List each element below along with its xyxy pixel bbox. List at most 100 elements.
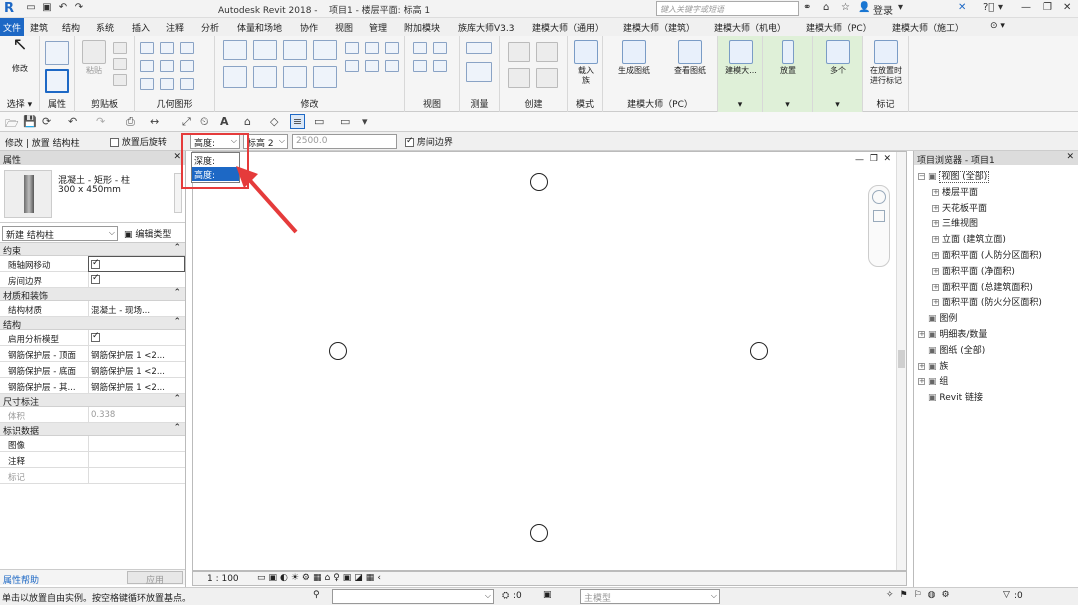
room-bounding-checkbox[interactable]: 房间边界 [405,135,453,148]
tab-annotate[interactable]: 注释 [166,21,184,34]
thin-lines-qat-icon[interactable]: ≡ [290,114,305,129]
view-scale[interactable]: 1 : 100 [207,574,239,584]
properties-section[interactable]: 材质和装饰 ⌃ [0,288,185,302]
beam-column-join-icon[interactable] [160,78,174,90]
close-view-icon[interactable]: ✕ [883,154,891,164]
create-similar-icon[interactable] [536,68,558,88]
tag-qat-icon[interactable]: ⏲ [200,115,209,129]
create-parts-icon[interactable] [536,42,558,62]
tab-build-master-mep[interactable]: 建模大师（机电） [714,21,786,34]
cut-icon[interactable] [113,42,127,54]
login-link[interactable]: 登录 [873,2,893,17]
redo-button-icon[interactable]: ↷ [96,115,105,128]
collapse-icon[interactable]: − [918,173,925,180]
properties-section[interactable]: 标识数据 ⌃ [0,423,185,437]
expand-icon[interactable]: + [932,188,939,196]
browser-tree-item[interactable]: ▣ 图例 [918,311,957,324]
hide-icon[interactable] [413,42,427,54]
tab-collaborate[interactable]: 协作 [300,21,318,34]
sync-icon[interactable]: ⟳ [42,115,51,128]
wall-joins-icon[interactable] [180,60,194,72]
browser-tree-item[interactable]: + 面积平面 (人防分区面积) [932,248,1042,261]
tab-insert[interactable]: 插入 [132,21,150,34]
multiple-button[interactable]: 多个 [821,40,855,76]
star-icon[interactable]: ☆ [841,2,850,13]
zoom-icon[interactable] [873,210,885,222]
text-icon[interactable]: A [220,115,229,128]
apply-button[interactable]: 应用 [127,571,183,586]
build-master-button[interactable]: 建模大... [720,40,762,76]
match-properties-icon[interactable] [113,74,127,86]
expand-icon[interactable]: + [918,331,925,338]
type-selector[interactable]: 混凝土 - 矩形 - 柱 300 x 450mm [0,165,185,223]
elevation-marker-north[interactable] [530,173,548,191]
properties-section[interactable]: 约束 ⌃ [0,243,185,257]
cut-geometry-icon[interactable] [160,42,174,54]
workset-select[interactable]: ⌵ [332,589,494,604]
type-properties-icon[interactable] [45,69,69,93]
revit-logo-icon[interactable]: R [4,1,18,16]
multiple-dropdown-icon[interactable]: ▾ [813,100,862,110]
collapse-icon[interactable]: ⌃ [173,394,181,404]
close-icon[interactable]: ✕ [1066,152,1074,162]
expand-icon[interactable]: + [918,378,925,386]
filter-icon[interactable]: ▽ [1003,590,1010,600]
property-value[interactable] [88,330,185,346]
subscription-icon[interactable]: ⌂ [823,2,829,13]
split-face-icon[interactable] [140,60,154,72]
login-dropdown-icon[interactable]: ▾ [898,2,903,13]
tab-addins[interactable]: 附加模块 [404,21,440,34]
property-value[interactable]: 钢筋保护层 1 <2... [88,378,185,394]
property-value[interactable]: 0.338 [88,407,185,423]
close-hidden-icon[interactable]: ▭ [314,115,324,128]
array-icon[interactable] [365,42,379,54]
tab-build-master-pc[interactable]: 建模大师（PC） [806,21,872,34]
open-icon[interactable]: ▭ [24,2,38,16]
selection-filter-icons[interactable]: ✧⚑⚐◍⚙ [886,590,956,600]
tab-analyze[interactable]: 分析 [201,21,219,34]
demolish-icon[interactable] [140,78,154,90]
dimension-icon[interactable] [466,62,492,82]
copy-element-icon[interactable] [253,66,277,88]
rotate-icon[interactable] [283,66,307,88]
tab-family-library[interactable]: 族库大师V3.3 [458,21,514,34]
vertical-scrollbar[interactable] [896,152,906,570]
property-value[interactable]: 钢筋保护层 1 <2... [88,346,185,362]
3d-view-icon[interactable]: ⌂ [244,115,251,128]
tab-structure[interactable]: 结构 [62,21,80,34]
close-icon[interactable]: ✕ [1063,2,1071,13]
place-dropdown-icon[interactable]: ▾ [763,100,812,110]
create-assembly-icon[interactable] [508,42,530,62]
undo-button-icon[interactable]: ↶ [68,115,77,128]
browser-tree-item[interactable]: ▣ Revit 链接 [918,390,983,403]
steering-wheel-icon[interactable] [872,190,886,204]
browser-tree-item[interactable]: + 面积平面 (防火分区面积) [932,295,1042,308]
unpin-icon[interactable] [365,60,379,72]
instance-filter-select[interactable]: 新建 结构柱 ⌵ [2,226,118,241]
collapse-icon[interactable]: ⌃ [173,243,181,253]
browser-tree-item[interactable]: + 三维视图 [932,216,978,229]
modify-button[interactable]: ↖ 修改 [6,36,34,74]
property-value[interactable] [88,272,185,288]
generate-drawing-button[interactable]: 生成图纸 [609,40,659,76]
pin-icon[interactable] [345,60,359,72]
delete-icon[interactable] [385,60,399,72]
mirror-draw-icon[interactable] [313,40,337,60]
trim-extend-icon[interactable] [313,66,337,88]
elevation-marker-west[interactable] [329,342,347,360]
expand-icon[interactable]: + [932,299,939,307]
browser-tree-item[interactable]: + 天花板平面 [932,201,987,214]
property-value[interactable] [88,468,185,484]
save-file-icon[interactable]: 💾 [23,115,37,128]
expand-icon[interactable]: + [932,283,939,291]
expand-icon[interactable]: + [932,204,939,212]
exchange-apps-icon[interactable]: ✕ [958,2,966,13]
browser-tree-item[interactable]: + 面积平面 (净面积) [932,264,1015,277]
paint-icon[interactable] [160,60,174,72]
select-group-label[interactable]: 选择 ▾ [0,97,39,110]
properties-icon[interactable] [45,41,69,65]
join-icon[interactable] [180,42,194,54]
help-dropdown-icon[interactable]: ▾ [998,2,1003,13]
user-icon[interactable]: 👤 [858,2,870,13]
properties-help-link[interactable]: 属性帮助 [3,573,39,586]
